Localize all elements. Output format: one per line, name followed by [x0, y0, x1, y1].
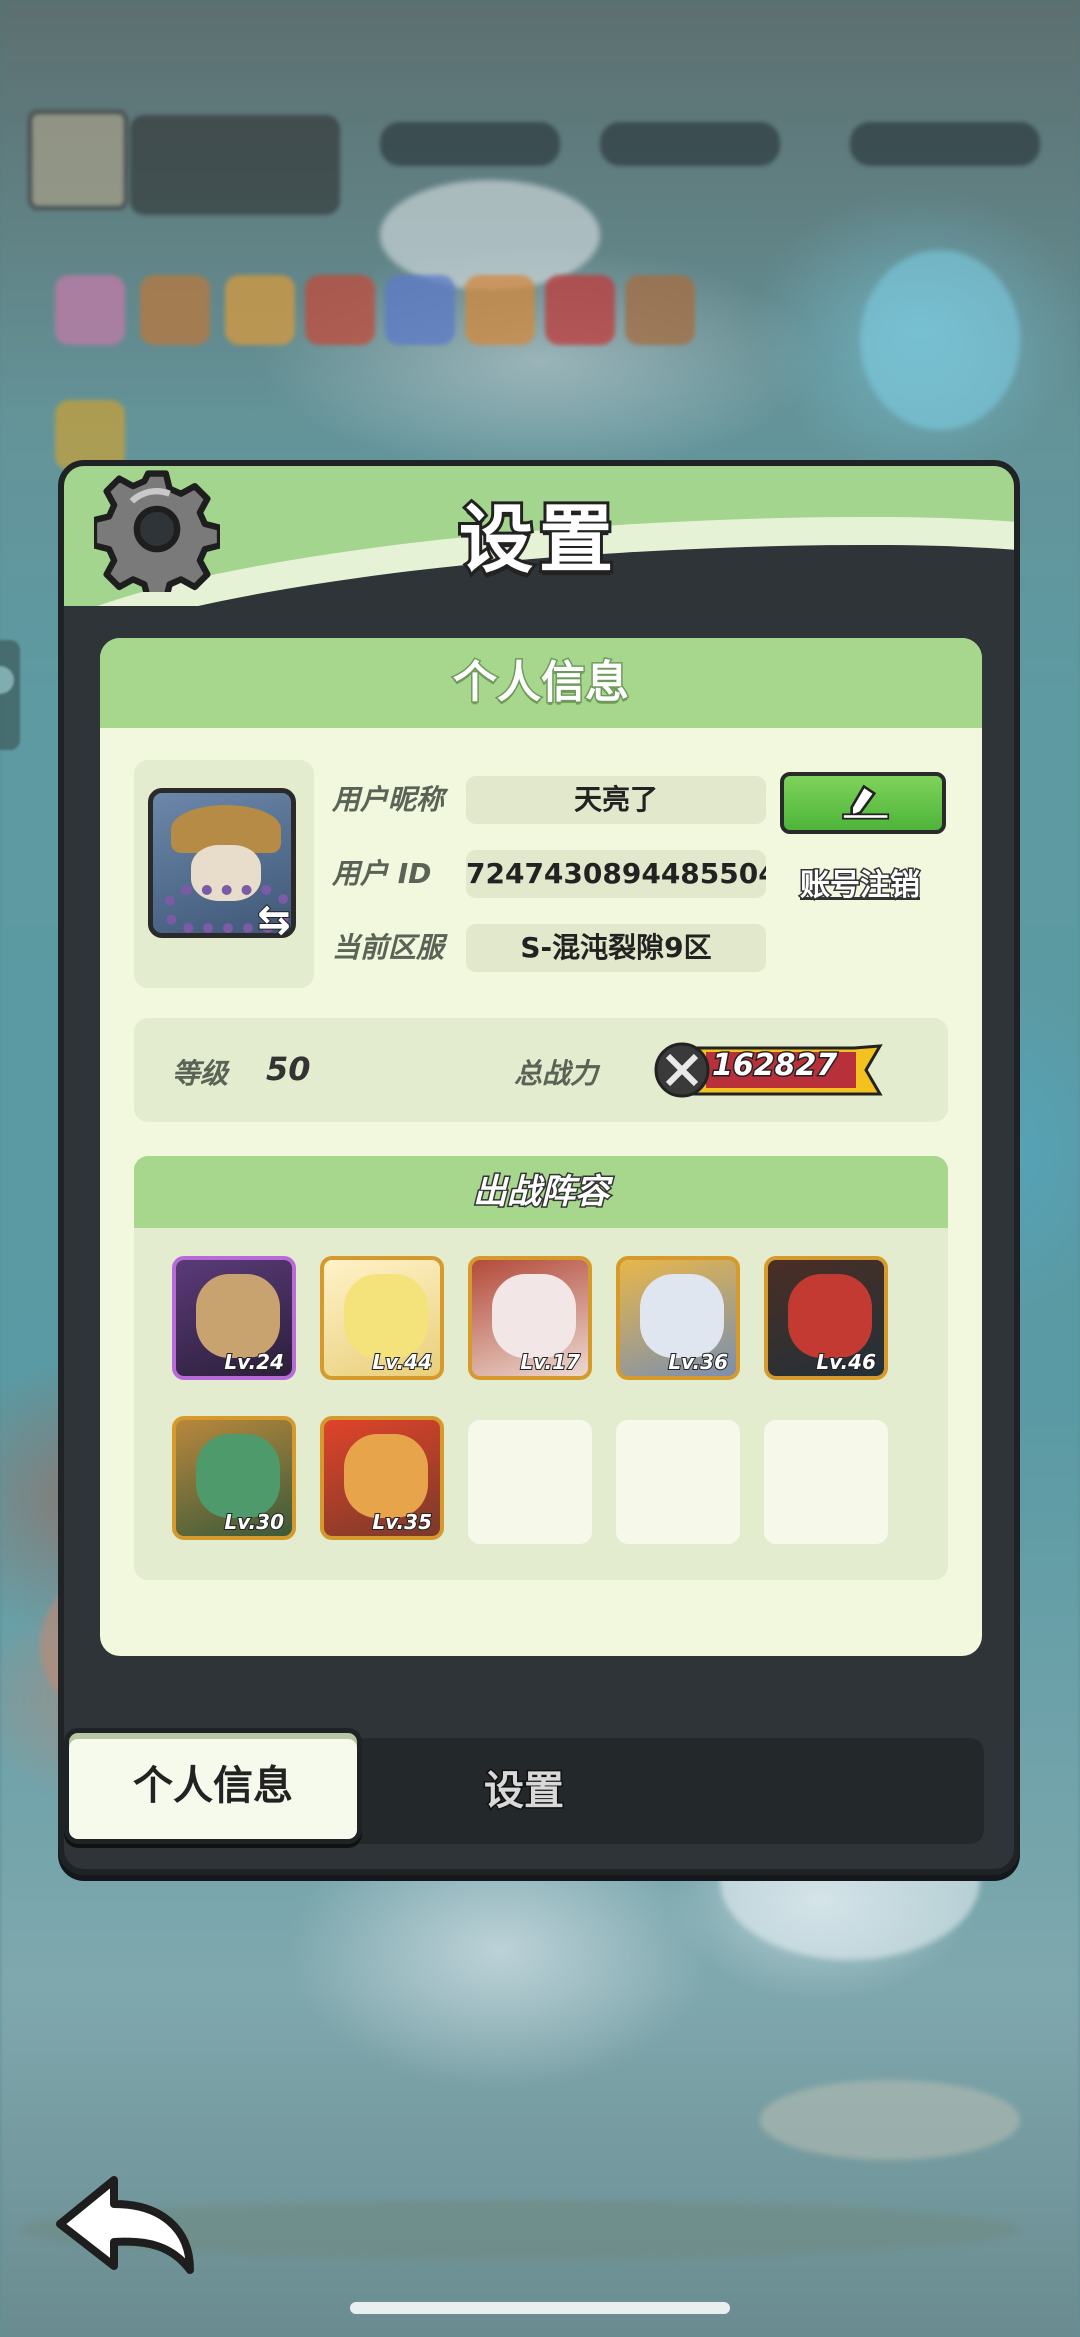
section-title: 个人信息 — [100, 638, 982, 728]
home-indicator[interactable] — [350, 2302, 730, 2314]
hero-level: Lv.36 — [667, 1349, 729, 1375]
bg-blob — [380, 180, 600, 290]
hero-slot[interactable]: Lv.30 — [172, 1416, 296, 1540]
empty-hero-slot[interactable] — [616, 1420, 740, 1544]
hero-level: Lv.24 — [223, 1349, 285, 1375]
nickname-field: 天亮了 — [466, 776, 766, 824]
profile-card: 个人信息 ⇆ 用户昵称 天亮了 用户 ID 7247430894485504 账… — [100, 638, 982, 1656]
hero-level: Lv.44 — [371, 1349, 433, 1375]
hero-slot[interactable]: Lv.17 — [468, 1256, 592, 1380]
tab-personal-info[interactable]: 个人信息 — [64, 1728, 362, 1844]
hud-icon — [55, 275, 125, 345]
level-value: 50 — [266, 1050, 311, 1088]
hud-icon — [545, 275, 615, 345]
hud-icon — [140, 275, 210, 345]
hero-level: Lv.17 — [519, 1349, 581, 1375]
id-label: 用户 ID — [332, 857, 432, 890]
hero-slot[interactable]: Lv.46 — [764, 1256, 888, 1380]
nickname-label: 用户昵称 — [332, 783, 445, 816]
settings-panel: 设置 个人信息 ⇆ 用户昵称 天亮了 用户 ID 724743089448550… — [58, 460, 1020, 1875]
avatar-box: ⇆ — [134, 760, 314, 988]
lineup-title: 出战阵容 — [134, 1156, 948, 1228]
hero-slot[interactable]: Lv.24 — [172, 1256, 296, 1380]
bg-blob — [760, 2080, 1020, 2160]
hud-player-bar — [130, 115, 340, 215]
server-field: S-混沌裂隙9区 — [466, 924, 766, 972]
edit-nickname-button[interactable] — [780, 772, 946, 834]
power-value: 162827 — [710, 1047, 838, 1085]
hero-slot[interactable]: Lv.44 — [320, 1256, 444, 1380]
bg-blob — [860, 250, 1020, 430]
id-field: 7247430894485504 — [466, 850, 766, 898]
server-label: 当前区服 — [332, 931, 445, 964]
tab-settings[interactable]: 设置 — [483, 1758, 566, 1816]
hero-level: Lv.46 — [815, 1349, 877, 1375]
hud-icon — [305, 275, 375, 345]
hud-icon — [465, 275, 535, 345]
hero-level: Lv.30 — [223, 1509, 285, 1535]
side-tool-icon — [0, 640, 20, 750]
empty-hero-slot[interactable] — [764, 1420, 888, 1544]
power-label: 总战力 — [514, 1057, 599, 1090]
level-label: 等级 — [172, 1057, 229, 1090]
tab-bar: 个人信息 设置 — [64, 1728, 1014, 1846]
hud-resource — [600, 122, 780, 166]
pencil-icon — [842, 784, 890, 820]
empty-hero-slot[interactable] — [468, 1420, 592, 1544]
cancel-account-link[interactable]: 账号注销 — [780, 860, 940, 905]
hud-avatar — [28, 110, 128, 210]
power-badge: 162827 — [654, 1042, 894, 1098]
hero-level: Lv.35 — [371, 1509, 433, 1535]
hud-icon — [225, 275, 295, 345]
hud-resource — [850, 122, 1040, 166]
hud-resource — [380, 122, 560, 166]
swap-icon[interactable]: ⇆ — [252, 897, 296, 943]
lineup-box: 出战阵容 Lv.24 Lv.44 Lv.17 Lv.36 Lv.46 Lv.30… — [134, 1156, 948, 1580]
hero-slot[interactable]: Lv.35 — [320, 1416, 444, 1540]
back-arrow-icon[interactable] — [52, 2170, 202, 2280]
hud-icon — [625, 275, 695, 345]
hud-icon — [385, 275, 455, 345]
panel-title: 设置 — [456, 494, 619, 586]
stats-box: 等级 50 总战力 162827 — [134, 1018, 948, 1122]
hero-slot[interactable]: Lv.36 — [616, 1256, 740, 1380]
